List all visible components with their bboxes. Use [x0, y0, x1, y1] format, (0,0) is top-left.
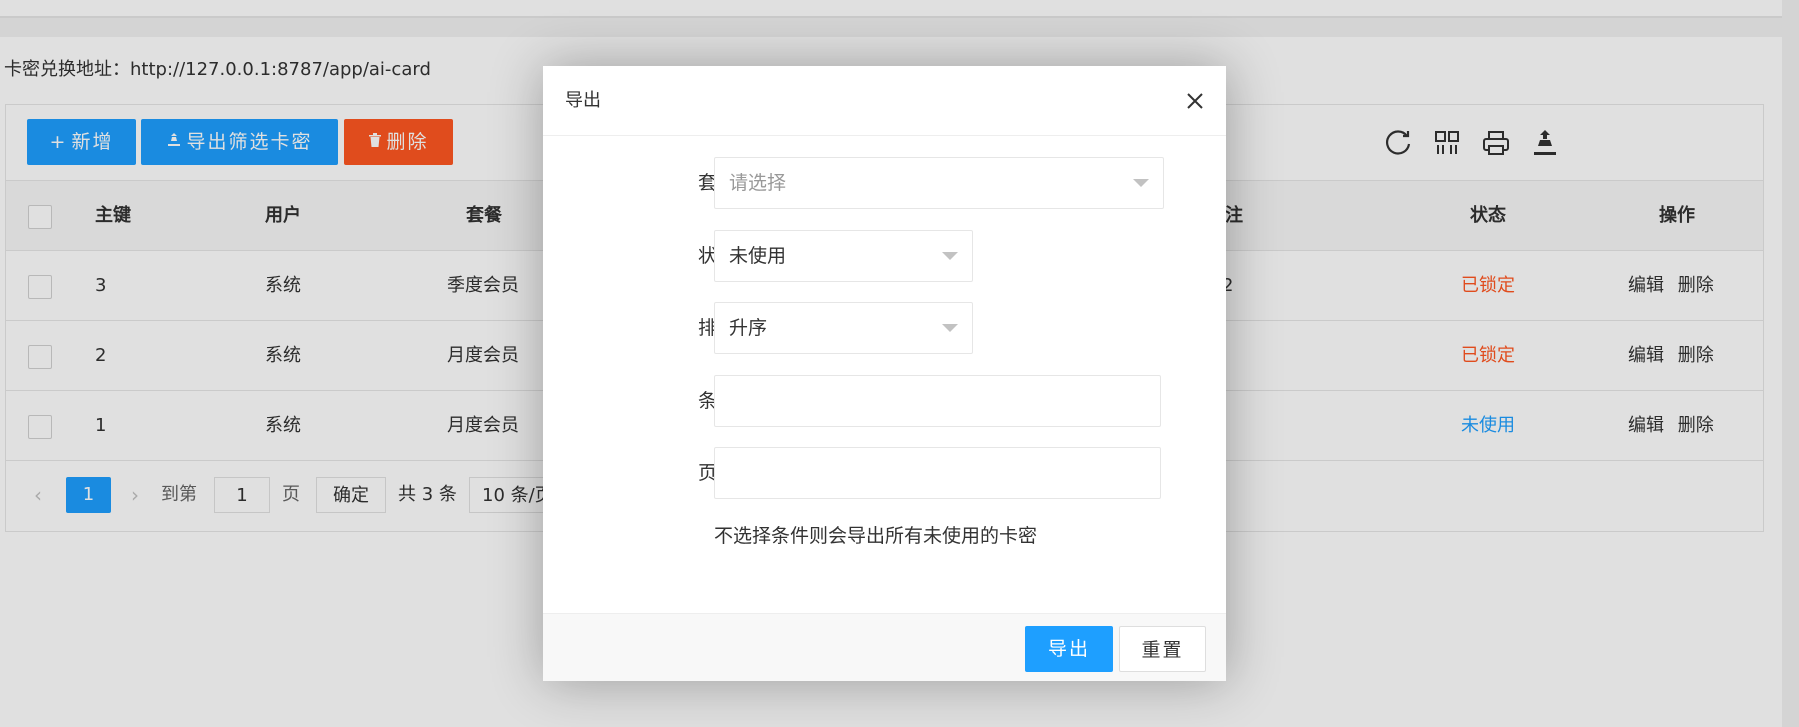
chevron-down-icon [942, 324, 958, 332]
export-hint: 不选择条件则会导出所有未使用的卡密 [714, 525, 1038, 547]
export-dialog: 导出 套餐 请选择 状态 未使用 排序 升序 条数 页码 不选择条件则会导出所有… [543, 66, 1226, 681]
dialog-title: 导出 [565, 90, 601, 111]
status-value: 未使用 [729, 245, 787, 267]
dialog-header: 导出 [543, 66, 1226, 136]
sort-select[interactable]: 升序 [714, 302, 973, 354]
count-input[interactable] [714, 375, 1161, 427]
chevron-down-icon [1133, 179, 1149, 187]
export-button[interactable]: 导出 [1025, 626, 1113, 672]
package-placeholder: 请选择 [729, 172, 787, 194]
status-select[interactable]: 未使用 [714, 230, 973, 282]
close-icon[interactable] [1180, 86, 1210, 116]
sort-value: 升序 [729, 317, 768, 339]
package-select[interactable]: 请选择 [714, 157, 1164, 209]
page-number-input[interactable] [714, 447, 1161, 499]
chevron-down-icon [942, 252, 958, 260]
dialog-footer: 导出 重置 [543, 613, 1226, 681]
reset-button[interactable]: 重置 [1119, 626, 1206, 672]
